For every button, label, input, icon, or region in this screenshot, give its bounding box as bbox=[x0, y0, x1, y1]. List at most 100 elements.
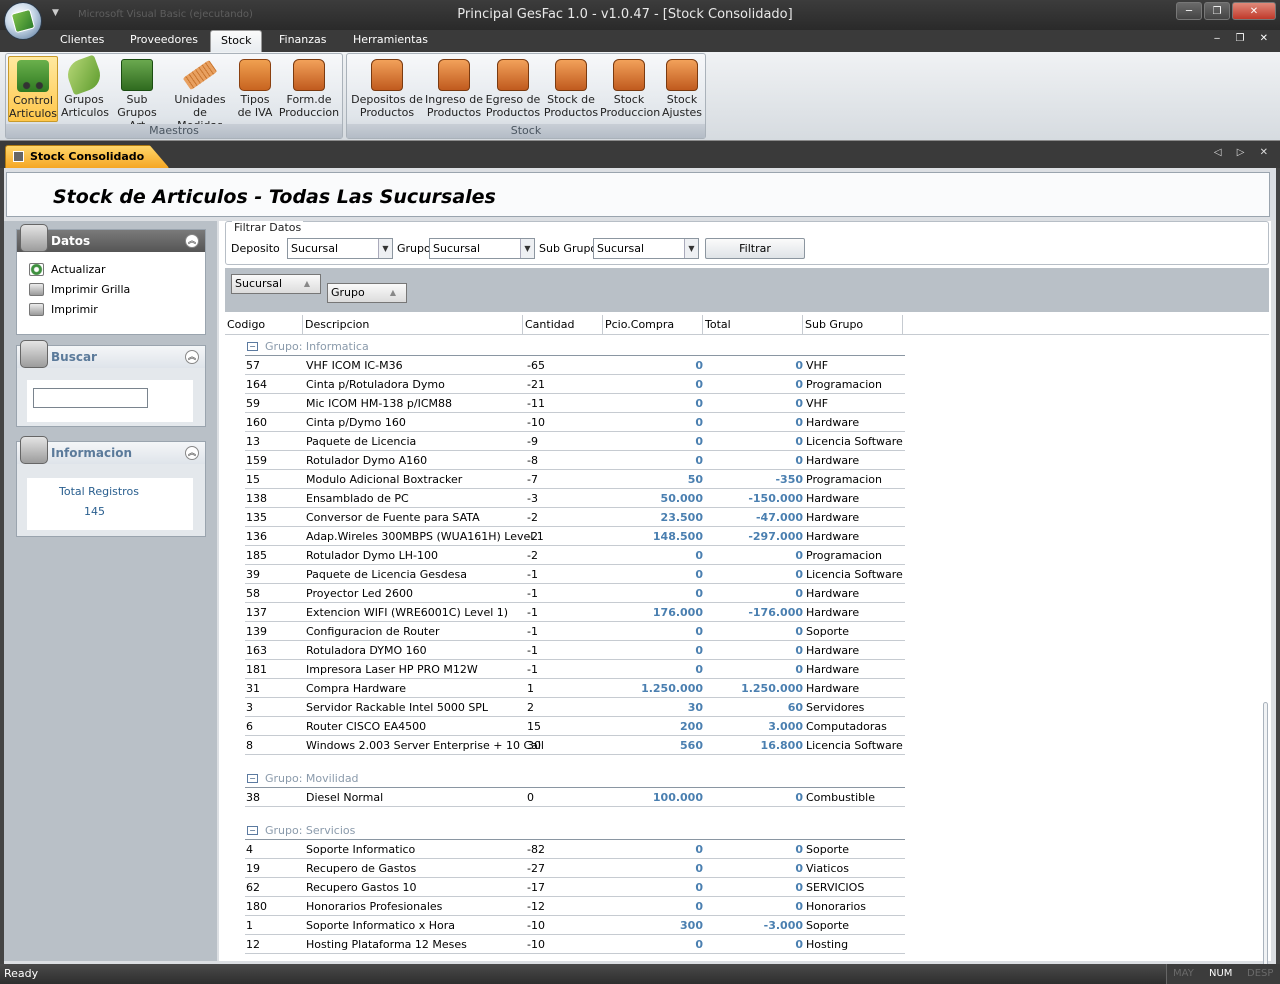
tab-stock-consolidado[interactable]: Stock Consolidado bbox=[5, 145, 170, 168]
close-button[interactable]: ✕ bbox=[1232, 2, 1276, 20]
total-registros-value: 145 bbox=[84, 505, 105, 518]
grupos-articulos-button[interactable]: Grupos Articulos bbox=[61, 54, 109, 122]
table-row[interactable]: 180 Honorarios Profesionales -12 0 0 Honorari… bbox=[245, 897, 905, 916]
control-articulos-button[interactable]: Control Articulos bbox=[8, 56, 58, 122]
search-input[interactable] bbox=[33, 388, 148, 408]
table-row[interactable]: 135 Conversor de Fuente para SATA -2 23.500… bbox=[245, 508, 905, 527]
panel-buscar-header[interactable]: Buscar ︽ bbox=[17, 340, 205, 368]
sub-grupos-button[interactable]: Sub Grupos Art bbox=[109, 56, 165, 132]
column-pcio-compra[interactable]: Pcio.Compra bbox=[603, 315, 703, 335]
chevron-down-icon[interactable]: ▼ bbox=[684, 239, 698, 258]
cell-total: 0 bbox=[795, 644, 803, 657]
group-row-header[interactable]: − Grupo: Movilidad bbox=[245, 769, 905, 788]
tipos-iva-button[interactable]: Tipos de IVA bbox=[234, 56, 276, 122]
ingreso-button[interactable]: Ingreso de Productos bbox=[425, 56, 483, 122]
imprimir-grilla-action[interactable]: Imprimir Grilla bbox=[17, 280, 205, 300]
collapse-icon[interactable]: ︽ bbox=[185, 234, 199, 248]
cell-total: 0 bbox=[795, 663, 803, 676]
collapse-group-icon[interactable]: − bbox=[247, 342, 258, 351]
table-row[interactable]: 138 Ensamblado de PC -3 50.000 -150.000 Hardw… bbox=[245, 489, 905, 508]
application-menu-button[interactable] bbox=[4, 2, 42, 40]
form-produccion-label: Form.de Produccion bbox=[278, 93, 340, 119]
cell-descripcion: Honorarios Profesionales bbox=[306, 900, 443, 913]
table-row[interactable]: 181 Impresora Laser HP PRO M12W -1 0 0 Hardwa… bbox=[245, 660, 905, 679]
group-row-header[interactable]: − Grupo: Servicios bbox=[245, 821, 905, 840]
table-row[interactable]: 137 Extencion WIFI (WRE6001C) Level 1) -1 1… bbox=[245, 603, 905, 622]
stock-productos-button[interactable]: Stock de Productos bbox=[543, 56, 599, 122]
table-row[interactable]: 39 Paquete de Licencia Gesdesa -1 0 0 Licenci… bbox=[245, 565, 905, 584]
cell-pcio-compra: 0 bbox=[695, 938, 703, 951]
tab-stock[interactable]: Stock bbox=[210, 30, 263, 52]
column-descripcion[interactable]: Descripcion bbox=[303, 315, 523, 335]
table-row[interactable]: 31 Compra Hardware 1 1.250.000 1.250.000 Hard… bbox=[245, 679, 905, 698]
collapse-icon[interactable]: ︽ bbox=[185, 350, 199, 364]
vertical-scrollbar[interactable] bbox=[1261, 337, 1271, 972]
group-row-header[interactable]: − Grupo: Informatica bbox=[245, 337, 905, 356]
imprimir-action[interactable]: Imprimir bbox=[17, 300, 205, 320]
table-row[interactable]: 38 Diesel Normal 0 100.000 0 Combustible bbox=[245, 788, 905, 807]
stock-ajustes-button[interactable]: Stock Ajustes bbox=[660, 56, 704, 122]
panel-datos-header[interactable]: Datos ︽ bbox=[17, 224, 205, 252]
tab-navigation[interactable]: ◁ ▷ ✕ bbox=[1214, 147, 1274, 158]
cell-descripcion: Impresora Laser HP PRO M12W bbox=[306, 663, 478, 676]
chevron-down-icon[interactable]: ▼ bbox=[520, 239, 534, 258]
scrollbar-thumb[interactable] bbox=[1263, 702, 1268, 972]
filtrar-button[interactable]: Filtrar bbox=[705, 238, 805, 259]
collapse-group-icon[interactable]: − bbox=[247, 774, 258, 783]
minimize-button[interactable]: ─ bbox=[1176, 2, 1202, 20]
form-produccion-button[interactable]: Form.de Produccion bbox=[278, 56, 340, 122]
subgrupo-select[interactable]: Sucursal ▼ bbox=[593, 238, 699, 259]
table-row[interactable]: 19 Recupero de Gastos -27 0 0 Viaticos bbox=[245, 859, 905, 878]
egreso-button[interactable]: Egreso de Productos bbox=[485, 56, 541, 122]
table-row[interactable]: 57 VHF ICOM IC-M36 -65 0 0 VHF bbox=[245, 356, 905, 375]
cell-pcio-compra: 100.000 bbox=[652, 791, 703, 804]
column-codigo[interactable]: Codigo bbox=[225, 315, 303, 335]
collapse-icon[interactable]: ︽ bbox=[185, 446, 199, 460]
table-row[interactable]: 12 Hosting Plataforma 12 Meses -10 0 0 Hostin… bbox=[245, 935, 905, 954]
group-chip-sucursal[interactable]: Sucursal ▲ bbox=[231, 274, 321, 294]
maximize-button[interactable]: ❐ bbox=[1204, 2, 1230, 20]
tab-finanzas[interactable]: Finanzas bbox=[279, 30, 327, 52]
table-row[interactable]: 1 Soporte Informatico x Hora -10 300 -3.000 S… bbox=[245, 916, 905, 935]
table-row[interactable]: 6 Router CISCO EA4500 15 200 3.000 Computador… bbox=[245, 717, 905, 736]
table-row[interactable]: 3 Servidor Rackable Intel 5000 SPL 2 30 60 Se… bbox=[245, 698, 905, 717]
table-row[interactable]: 160 Cinta p/Dymo 160 -10 0 0 Hardware bbox=[245, 413, 905, 432]
briefcase-icon bbox=[239, 59, 271, 91]
table-row[interactable]: 164 Cinta p/Rotuladora Dymo -21 0 0 Programac… bbox=[245, 375, 905, 394]
collapse-group-icon[interactable]: − bbox=[247, 826, 258, 835]
column-cantidad[interactable]: Cantidad bbox=[523, 315, 603, 335]
table-row[interactable]: 59 Mic ICOM HM-138 p/ICM88 -11 0 0 VHF bbox=[245, 394, 905, 413]
mdi-window-controls[interactable]: ‒ ❐ ✕ bbox=[1214, 33, 1274, 44]
unidades-medidas-button[interactable]: Unidades de Medidas bbox=[169, 56, 231, 132]
depositos-button[interactable]: Depositos de Productos bbox=[351, 56, 423, 122]
actualizar-action[interactable]: Actualizar bbox=[17, 260, 205, 280]
cell-pcio-compra: 176.000 bbox=[652, 606, 703, 619]
table-row[interactable]: 58 Proyector Led 2600 -1 0 0 Hardware bbox=[245, 584, 905, 603]
table-row[interactable]: 4 Soporte Informatico -82 0 0 Soporte bbox=[245, 840, 905, 859]
stock-produccion-button[interactable]: Stock Produccion bbox=[600, 56, 660, 122]
group-chip-grupo[interactable]: Grupo ▲ bbox=[327, 283, 407, 303]
deposito-select[interactable]: Sucursal ▼ bbox=[287, 238, 393, 259]
tab-herramientas[interactable]: Herramientas bbox=[353, 30, 428, 52]
tab-clientes[interactable]: Clientes bbox=[60, 30, 104, 52]
tab-proveedores[interactable]: Proveedores bbox=[130, 30, 198, 52]
table-row[interactable]: 185 Rotulador Dymo LH-100 -2 0 0 Programacion bbox=[245, 546, 905, 565]
chevron-down-icon[interactable]: ▼ bbox=[378, 239, 392, 258]
header-panel: Stock de Articulos - Todas Las Sucursale… bbox=[6, 172, 1270, 217]
cell-pcio-compra: 0 bbox=[695, 900, 703, 913]
column-sub-grupo[interactable]: Sub Grupo bbox=[803, 315, 903, 335]
table-row[interactable]: 62 Recupero Gastos 10 -17 0 0 SERVICIOS bbox=[245, 878, 905, 897]
table-row[interactable]: 15 Modulo Adicional Boxtracker -7 50 -350 Pro… bbox=[245, 470, 905, 489]
cell-sub-grupo: Hardware bbox=[806, 530, 860, 543]
table-row[interactable]: 13 Paquete de Licencia -9 0 0 Licencia Softwa… bbox=[245, 432, 905, 451]
cell-sub-grupo: Programacion bbox=[806, 549, 882, 562]
table-row[interactable]: 136 Adap.Wireles 300MBPS (WUA161H) Level … bbox=[245, 527, 905, 546]
table-row[interactable]: 163 Rotuladora DYMO 160 -1 0 0 Hardware bbox=[245, 641, 905, 660]
table-row[interactable]: 139 Configuracion de Router -1 0 0 Soporte bbox=[245, 622, 905, 641]
panel-informacion-header[interactable]: Informacion ︽ bbox=[17, 436, 205, 464]
grupo-select[interactable]: Sucursal ▼ bbox=[429, 238, 535, 259]
column-total[interactable]: Total bbox=[703, 315, 803, 335]
cell-descripcion: Modulo Adicional Boxtracker bbox=[306, 473, 463, 486]
table-row[interactable]: 8 Windows 2.003 Server Enterprise + 10 Ca… bbox=[245, 736, 905, 755]
table-row[interactable]: 159 Rotulador Dymo A160 -8 0 0 Hardware bbox=[245, 451, 905, 470]
